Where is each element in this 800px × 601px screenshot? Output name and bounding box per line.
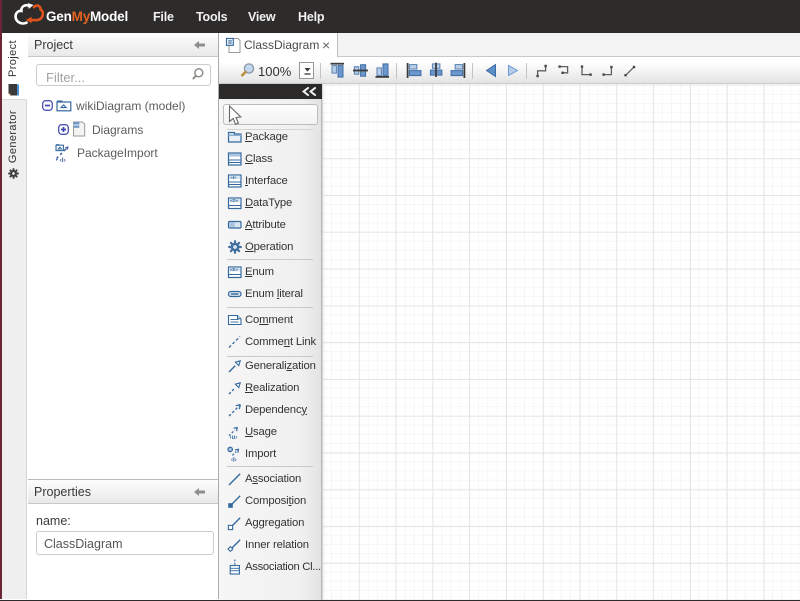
svg-text:«D»: «D» — [230, 198, 239, 203]
svg-text:‹I›: ‹I› — [60, 157, 66, 162]
svg-text:‹u›: ‹u› — [230, 435, 238, 440]
svg-text:«I»: «I» — [230, 175, 237, 180]
svg-text:‹I›: ‹I› — [231, 458, 237, 462]
svg-text:«E»: «E» — [230, 267, 239, 272]
